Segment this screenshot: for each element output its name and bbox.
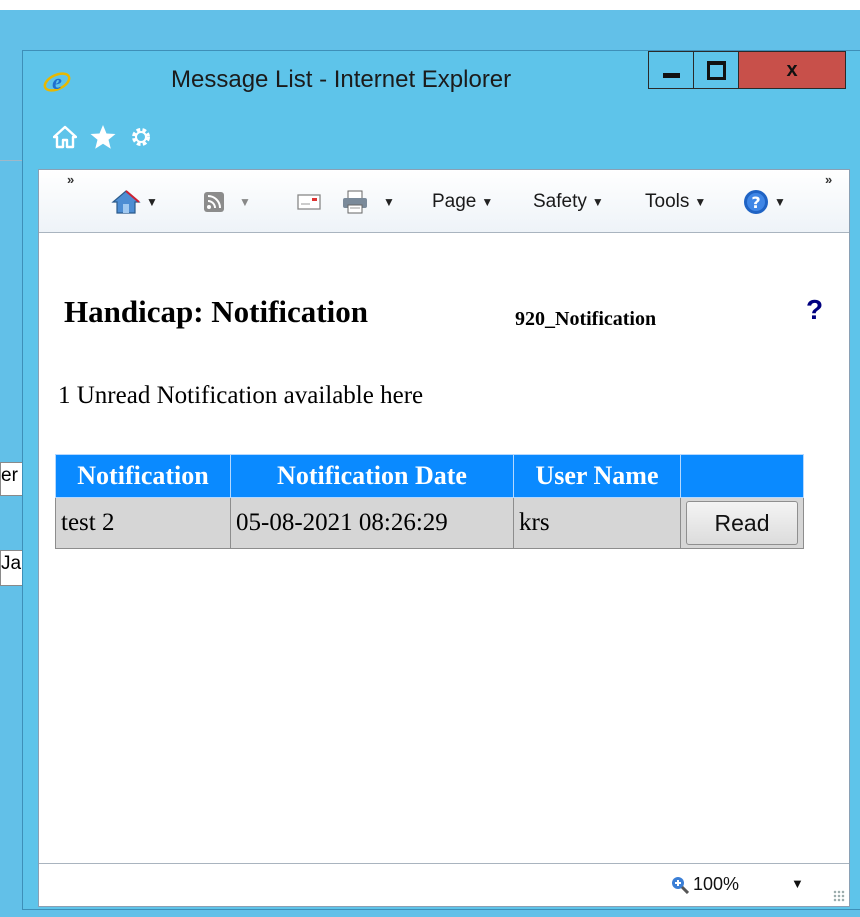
chevron-down-icon: ▼ — [481, 195, 494, 209]
maximize-button[interactable] — [693, 51, 738, 89]
status-bar: 100% ▼ — [39, 863, 849, 906]
background-field-fragment: er — [0, 462, 24, 496]
page-title: Handicap: Notification — [64, 294, 368, 329]
chevron-down-icon: ▼ — [383, 195, 395, 209]
home-icon[interactable] — [51, 123, 79, 151]
ie-window: e Message List - Internet Explorer x » ▼ — [22, 50, 860, 910]
favorites-icon[interactable] — [89, 123, 117, 151]
user-cell: krs — [513, 497, 681, 549]
zoom-icon — [672, 876, 689, 894]
svg-text:?: ? — [751, 193, 760, 212]
form-id: 920_Notification — [515, 308, 657, 330]
notification-cell: test 2 — [55, 497, 231, 549]
help-icon: ? — [744, 190, 768, 214]
minimize-button[interactable] — [648, 51, 694, 89]
column-header-date: Notification Date — [230, 454, 514, 498]
mail-icon — [297, 194, 321, 210]
page-content: Handicap: Notification 920_Notification … — [39, 232, 849, 840]
column-header-action — [680, 454, 804, 498]
printer-icon — [343, 190, 367, 214]
date-cell: 05-08-2021 08:26:29 — [230, 497, 514, 549]
title-bar[interactable]: e Message List - Internet Explorer x — [23, 51, 860, 109]
help-menu[interactable]: ? ▼ — [743, 187, 786, 217]
chevron-down-icon: ▼ — [774, 195, 786, 209]
command-bar: » ▼ ▼ ▼ Page ▼ Safety ▼ Tools ▼ ? ▼ » — [39, 170, 849, 233]
safety-menu[interactable]: Safety ▼ — [533, 187, 604, 217]
toolbar-home-icon — [111, 190, 141, 214]
settings-gear-icon[interactable] — [127, 123, 155, 151]
chevron-down-icon: ▼ — [694, 195, 707, 209]
background-button-fragment: Ja — [0, 550, 24, 586]
zoom-dropdown-icon[interactable]: ▼ — [791, 876, 804, 891]
tools-menu[interactable]: Tools ▼ — [645, 187, 706, 217]
window-title: Message List - Internet Explorer — [171, 66, 512, 93]
feeds-toolbar-button[interactable]: ▼ — [203, 187, 251, 217]
page-menu-label: Page — [432, 191, 477, 212]
read-mail-toolbar-button[interactable] — [297, 187, 321, 217]
ie-logo-icon: e — [43, 69, 71, 95]
column-header-user: User Name — [513, 454, 681, 498]
minimize-icon — [663, 72, 680, 78]
zoom-level: 100% — [693, 874, 740, 894]
desktop-strip — [0, 0, 860, 10]
rss-feed-icon — [204, 192, 224, 212]
browser-client: » ▼ ▼ ▼ Page ▼ Safety ▼ Tools ▼ ? ▼ » Ha… — [38, 169, 850, 907]
help-link[interactable]: ? — [806, 294, 823, 326]
notification-table: Notification Notification Date User Name… — [55, 454, 804, 549]
read-button[interactable]: Read — [686, 501, 798, 545]
resize-grip[interactable] — [833, 890, 845, 902]
unread-summary: 1 Unread Notification available here — [58, 382, 424, 409]
close-icon: x — [786, 58, 798, 81]
action-cell: Read — [680, 497, 804, 549]
column-header-notification: Notification — [55, 454, 231, 498]
command-icons — [51, 123, 155, 153]
toolbar-overflow-right-icon[interactable]: » — [825, 172, 832, 187]
table-row: test 2 05-08-2021 08:26:29 krs Read — [55, 497, 804, 549]
page-menu[interactable]: Page ▼ — [432, 187, 493, 217]
zoom-control[interactable]: 100% — [671, 874, 739, 895]
print-toolbar-button[interactable]: ▼ — [341, 187, 395, 217]
chevron-down-icon: ▼ — [591, 195, 604, 209]
svg-text:e: e — [52, 69, 62, 94]
chevron-down-icon: ▼ — [146, 195, 158, 209]
tools-menu-label: Tools — [645, 191, 690, 212]
toolbar-overflow-left-icon[interactable]: » — [67, 172, 74, 187]
table-header-row: Notification Notification Date User Name — [55, 454, 804, 498]
background-button-text: Ja — [1, 553, 22, 574]
maximize-icon — [706, 60, 726, 80]
background-field-text: er — [1, 465, 18, 486]
safety-menu-label: Safety — [533, 191, 587, 212]
home-toolbar-button[interactable]: ▼ — [111, 187, 158, 217]
chevron-down-icon: ▼ — [239, 195, 251, 209]
close-button[interactable]: x — [738, 51, 846, 89]
